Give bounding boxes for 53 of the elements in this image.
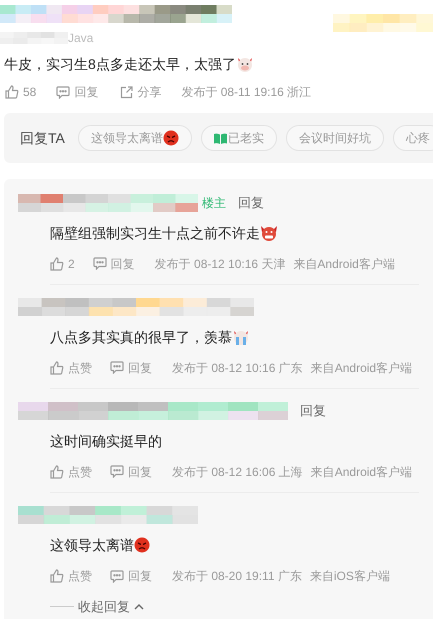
reply-link[interactable]: 回复 bbox=[128, 462, 152, 480]
reply-text: 八点多其实真的很早了，羡慕 bbox=[50, 328, 232, 347]
reply-link[interactable]: 回复 bbox=[128, 567, 152, 585]
reply-link[interactable]: 回复 bbox=[238, 193, 264, 213]
author-tag: 楼主 bbox=[202, 194, 226, 212]
client-source: 来自iOS客户端 bbox=[310, 568, 390, 585]
like-count[interactable]: 点赞 bbox=[68, 462, 92, 480]
like-count[interactable]: 2 bbox=[68, 254, 75, 272]
publish-info: 发布于 08-12 16:06 上海 bbox=[172, 464, 303, 480]
speech-bubble-icon[interactable] bbox=[56, 86, 70, 98]
crying-face-icon bbox=[232, 328, 250, 346]
thumbs-up-icon[interactable] bbox=[50, 360, 64, 374]
reply-link[interactable]: 回复 bbox=[110, 254, 135, 272]
reply-text: 隔壁组强制实习生十点之前不许走 bbox=[50, 224, 260, 243]
publish-info: 发布于 08-12 10:16 天津 bbox=[154, 256, 286, 272]
speech-bubble-icon[interactable] bbox=[92, 257, 107, 270]
reply-text: 这领导太离谱 bbox=[50, 536, 134, 555]
quick-reply-chip[interactable]: 这领导太离谱 bbox=[78, 125, 192, 151]
quick-reply-chip[interactable]: 会议时间好坑 bbox=[286, 125, 384, 151]
publish-info: 发布于 08-12 10:16 广东 bbox=[172, 360, 303, 376]
client-source: 来自Android客户端 bbox=[293, 256, 395, 272]
client-source: 来自Android客户端 bbox=[310, 360, 412, 376]
quick-reply-chip[interactable]: 已老实 bbox=[200, 125, 277, 151]
devil-face-icon bbox=[260, 224, 278, 242]
angry-face-icon bbox=[134, 537, 150, 553]
reply-text: 这时间确实挺早的 bbox=[50, 432, 162, 451]
client-source: 来自Android客户端 bbox=[310, 464, 412, 480]
author-name[interactable]: Java bbox=[68, 31, 94, 45]
speech-bubble-icon[interactable] bbox=[110, 361, 124, 374]
collapse-replies-button[interactable]: 收起回复 bbox=[78, 597, 144, 616]
publish-info: 发布于 08-11 19:16 浙江 bbox=[181, 84, 312, 101]
share-link[interactable]: 分享 bbox=[137, 83, 162, 101]
reply-link[interactable]: 回复 bbox=[74, 83, 98, 101]
thumbs-up-icon[interactable] bbox=[50, 569, 64, 583]
reply-link[interactable]: 回复 bbox=[128, 358, 152, 376]
like-count[interactable]: 58 bbox=[23, 83, 36, 101]
ox-face-icon bbox=[236, 55, 254, 73]
comment-text: 牛皮，实习生8点多走还太早，太强了 bbox=[4, 55, 236, 74]
thumbs-up-icon[interactable] bbox=[50, 256, 64, 270]
quick-reply-chip[interactable]: 心疼 bbox=[392, 125, 433, 151]
speech-bubble-icon[interactable] bbox=[110, 570, 124, 582]
reply-link[interactable]: 回复 bbox=[300, 401, 326, 421]
angry-face-icon bbox=[162, 130, 179, 146]
speech-bubble-icon[interactable] bbox=[110, 465, 124, 478]
quick-reply-label: 回复TA bbox=[20, 128, 65, 148]
like-count[interactable]: 点赞 bbox=[68, 358, 92, 376]
book-icon bbox=[214, 132, 227, 144]
share-icon[interactable] bbox=[120, 86, 134, 98]
like-count[interactable]: 点赞 bbox=[68, 567, 92, 585]
thumbs-up-icon[interactable] bbox=[5, 85, 19, 99]
publish-info: 发布于 08-20 19:11 广东 bbox=[172, 568, 302, 585]
thumbs-up-icon[interactable] bbox=[50, 464, 64, 478]
caret-up-icon bbox=[134, 603, 144, 610]
